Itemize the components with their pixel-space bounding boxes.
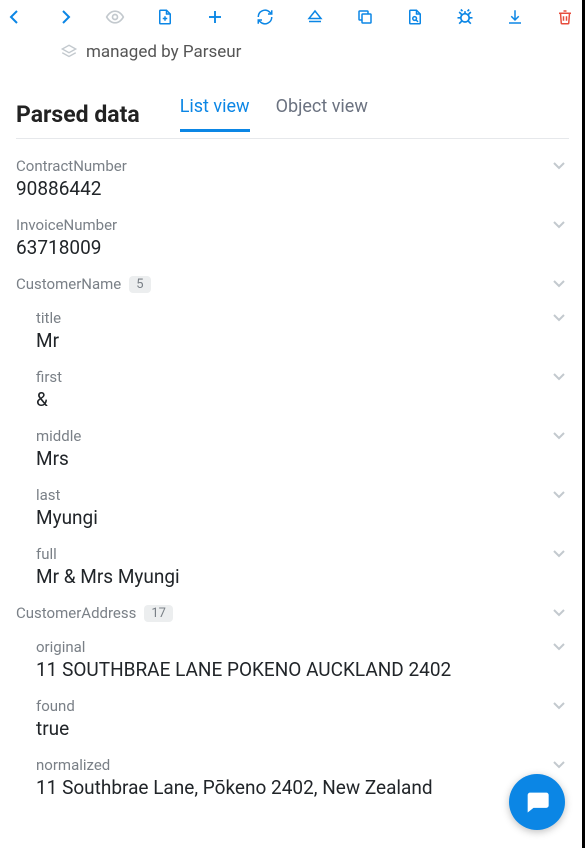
field-value: Mrs	[36, 445, 569, 470]
chevron-down-icon[interactable]	[551, 697, 567, 713]
managed-by-label: managed by Parseur	[86, 42, 241, 62]
divider	[16, 138, 569, 139]
field-label: full	[36, 545, 569, 563]
chevron-down-icon[interactable]	[551, 427, 567, 443]
chevron-down-icon[interactable]	[551, 309, 567, 325]
header-row: Parsed data List view Object view	[16, 78, 569, 138]
field-customer-name-last: last Myungi	[16, 476, 569, 535]
chevron-down-icon[interactable]	[551, 275, 567, 291]
field-label: first	[36, 368, 569, 386]
managed-by-row: managed by Parseur	[0, 34, 585, 78]
chevron-down-icon[interactable]	[551, 216, 567, 232]
count-badge: 17	[144, 605, 173, 622]
content-scroll[interactable]: Parsed data List view Object view Contra…	[0, 78, 585, 836]
tab-object-view[interactable]: Object view	[276, 96, 368, 129]
field-customer-name: CustomerName 5	[16, 265, 569, 299]
view-tabs: List view Object view	[180, 96, 368, 132]
field-customer-address-normalized: normalized 11 Southbrae Lane, Pōkeno 240…	[16, 746, 569, 805]
chevron-down-icon[interactable]	[551, 157, 567, 173]
field-label-text: CustomerAddress	[16, 604, 136, 622]
field-value: true	[36, 715, 569, 740]
tab-list-view[interactable]: List view	[180, 96, 250, 132]
chevron-down-icon[interactable]	[551, 756, 567, 772]
field-label: last	[36, 486, 569, 504]
field-customer-address-found: found true	[16, 687, 569, 746]
copy-button[interactable]	[354, 6, 376, 28]
field-label: title	[36, 309, 569, 327]
chevron-down-icon[interactable]	[551, 638, 567, 654]
bug-button[interactable]	[454, 6, 476, 28]
field-label: CustomerAddress 17	[16, 604, 569, 622]
field-value: Myungi	[36, 504, 569, 529]
field-contract-number: ContractNumber 90886442	[16, 147, 569, 206]
field-label: ContractNumber	[16, 157, 569, 175]
field-customer-name-middle: middle Mrs	[16, 417, 569, 476]
eye-icon[interactable]	[104, 6, 126, 28]
field-invoice-number: InvoiceNumber 63718009	[16, 206, 569, 265]
add-button[interactable]	[204, 6, 226, 28]
refresh-button[interactable]	[254, 6, 276, 28]
chevron-down-icon[interactable]	[551, 486, 567, 502]
field-value: Mr	[36, 327, 569, 352]
nav-back-button[interactable]	[4, 6, 26, 28]
field-label: found	[36, 697, 569, 715]
download-button[interactable]	[504, 6, 526, 28]
toolbar	[0, 0, 585, 34]
new-file-button[interactable]	[154, 6, 176, 28]
field-value: 11 SOUTHBRAE LANE POKENO AUCKLAND 2402	[36, 656, 569, 681]
field-label: middle	[36, 427, 569, 445]
eject-button[interactable]	[304, 6, 326, 28]
field-label-text: CustomerName	[16, 275, 121, 293]
field-value: 11 Southbrae Lane, Pōkeno 2402, New Zeal…	[36, 774, 569, 799]
field-customer-name-title: title Mr	[16, 299, 569, 358]
field-customer-name-full: full Mr & Mrs Myungi	[16, 535, 569, 594]
field-label: original	[36, 638, 569, 656]
field-value: Mr & Mrs Myungi	[36, 563, 569, 588]
stack-icon	[60, 43, 78, 61]
field-value: &	[36, 386, 569, 411]
field-customer-address: CustomerAddress 17	[16, 594, 569, 628]
search-file-button[interactable]	[404, 6, 426, 28]
field-value: 90886442	[16, 175, 569, 200]
field-value: 63718009	[16, 234, 569, 259]
field-customer-address-original: original 11 SOUTHBRAE LANE POKENO AUCKLA…	[16, 628, 569, 687]
field-label: CustomerName 5	[16, 275, 569, 293]
page-title: Parsed data	[16, 101, 140, 128]
delete-button[interactable]	[554, 6, 576, 28]
chevron-down-icon[interactable]	[551, 545, 567, 561]
chat-fab[interactable]	[509, 774, 565, 830]
chevron-down-icon[interactable]	[551, 368, 567, 384]
count-badge: 5	[129, 276, 150, 293]
field-label: normalized	[36, 756, 569, 774]
nav-forward-button[interactable]	[54, 6, 76, 28]
chevron-down-icon[interactable]	[551, 604, 567, 620]
field-customer-name-first: first &	[16, 358, 569, 417]
field-label: InvoiceNumber	[16, 216, 569, 234]
